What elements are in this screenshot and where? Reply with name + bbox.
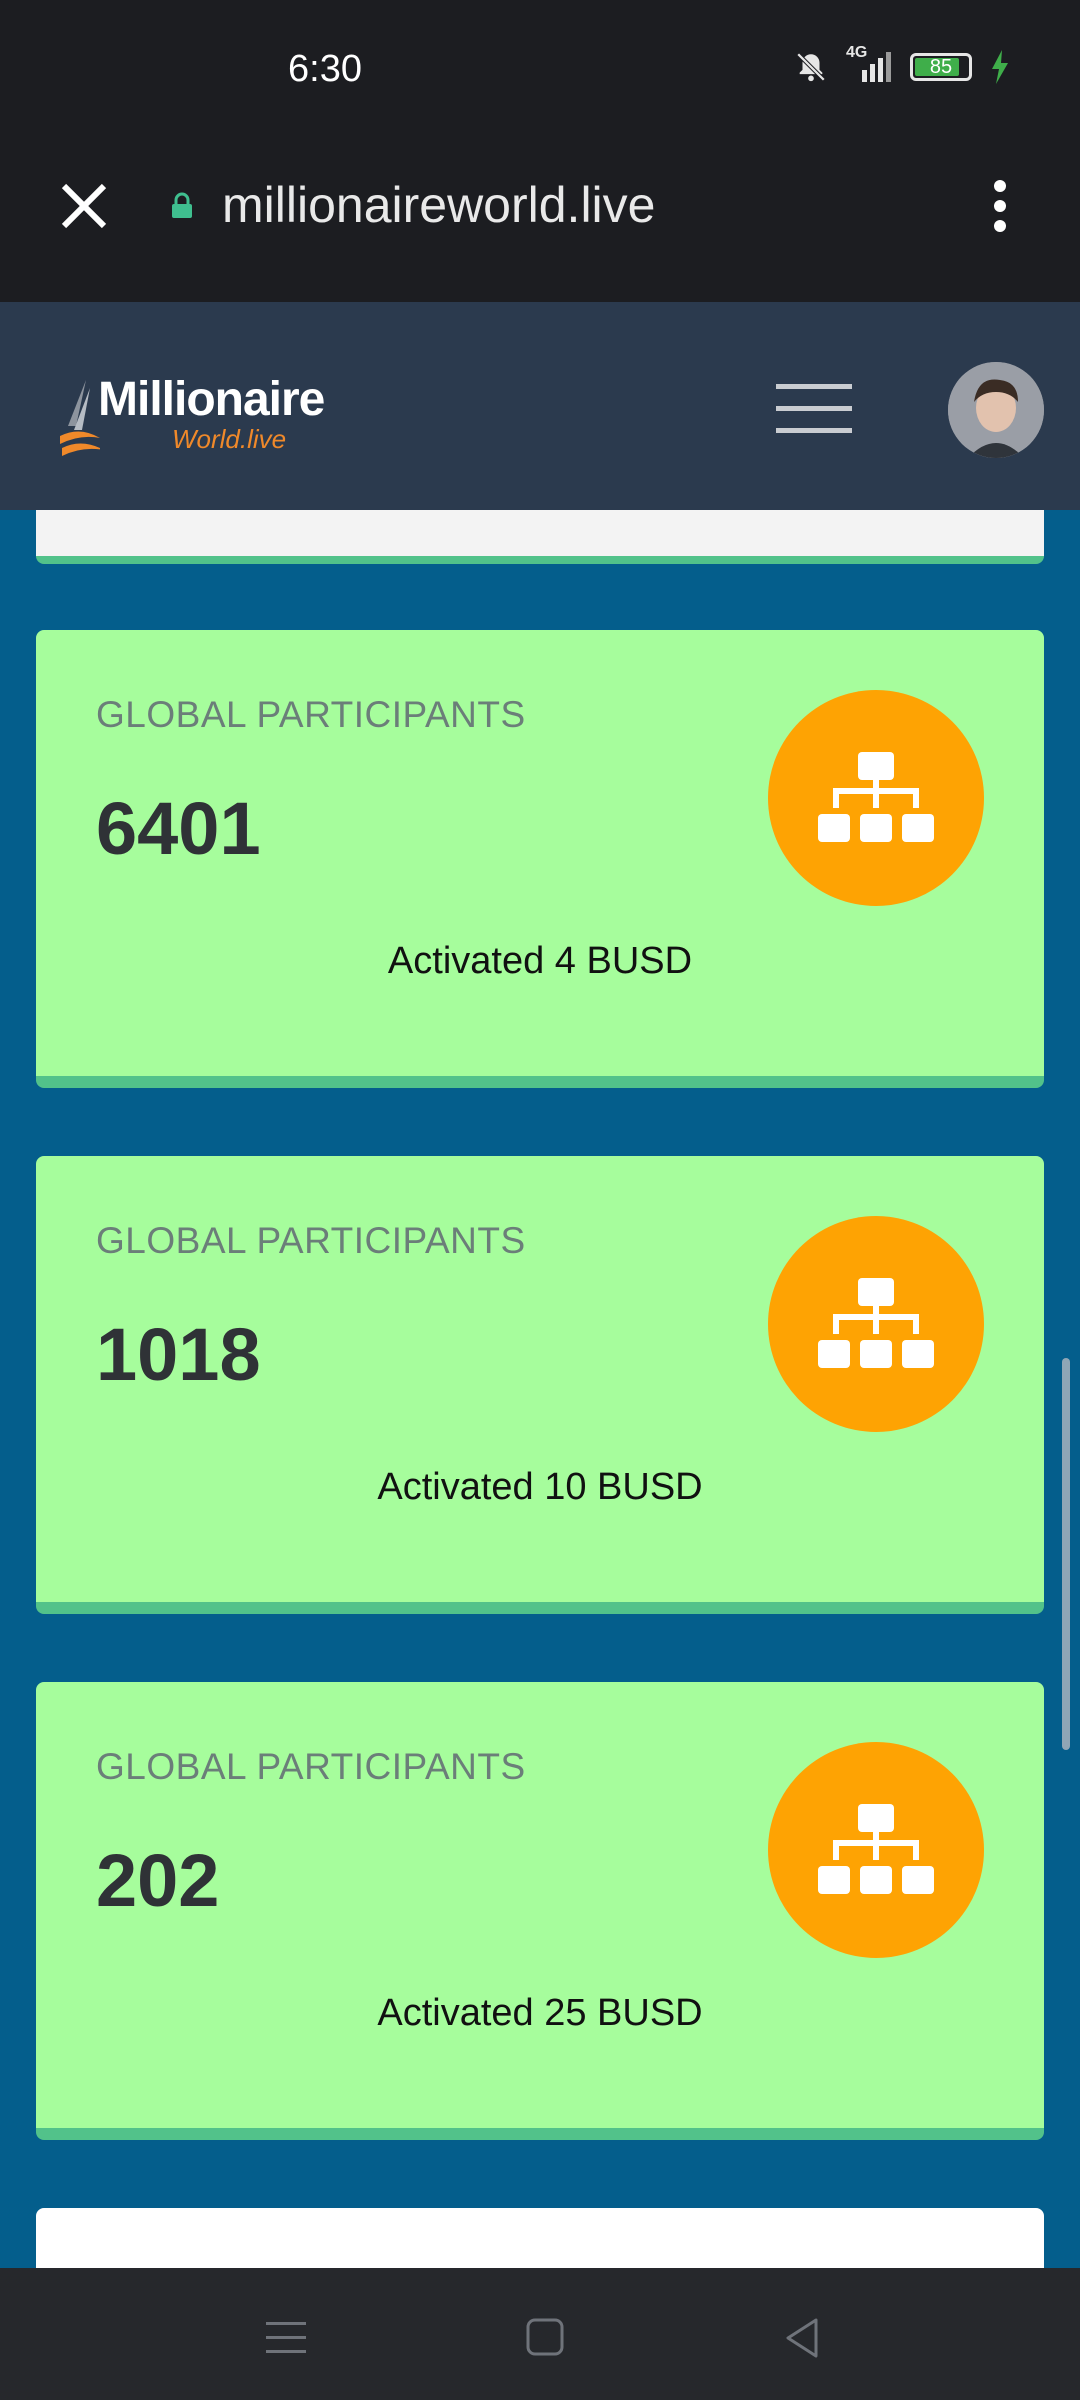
card-subtitle: Activated 10 BUSD (377, 1466, 703, 1508)
sitemap-icon (818, 1804, 934, 1894)
home-square-icon (526, 2318, 564, 2356)
participants-card: GLOBAL PARTICIPANTS 202 Activated 25 BUS… (36, 1682, 1044, 2140)
close-icon (61, 183, 107, 229)
lock-icon (170, 192, 194, 225)
site-logo[interactable]: Millionaire World.live (60, 372, 360, 462)
card-title: GLOBAL PARTICIPANTS (96, 694, 526, 735)
more-vert-icon (994, 180, 1006, 232)
participants-card: GLOBAL PARTICIPANTS 6401 Activated 4 BUS… (36, 630, 1044, 1088)
menu-icon (776, 384, 852, 433)
signal-icon: 4G (846, 44, 892, 84)
network-type: 4G (846, 44, 868, 61)
previous-card (36, 510, 1044, 564)
logo-mark-icon (60, 380, 100, 456)
home-button[interactable] (518, 2312, 570, 2364)
card-value: 6401 (96, 787, 261, 870)
card-icon-badge (768, 1216, 984, 1432)
sitemap-icon (818, 1278, 934, 1368)
browser-menu-button[interactable] (980, 174, 1020, 238)
card-subtitle: Activated 4 BUSD (387, 940, 693, 982)
recents-button[interactable] (260, 2312, 312, 2364)
avatar[interactable] (948, 362, 1044, 458)
next-card (36, 2208, 1044, 2268)
logo-subtext: World.live (172, 424, 287, 454)
logo-text: Millionaire (98, 373, 325, 426)
card-value: 1018 (96, 1313, 261, 1396)
bell-muted-icon (794, 50, 828, 84)
card-icon-badge (768, 1742, 984, 1958)
user-avatar-icon (948, 362, 1044, 458)
card-icon-badge (768, 690, 984, 906)
page-scrollbar[interactable] (1062, 1358, 1070, 1750)
battery-level: 85 (929, 56, 953, 78)
card-title: GLOBAL PARTICIPANTS (96, 1220, 526, 1261)
status-bar: 6:30 4G 85 (0, 0, 1080, 140)
card-value: 202 (96, 1839, 220, 1922)
status-time: 6:30 (288, 48, 362, 90)
back-button[interactable] (776, 2312, 828, 2364)
back-triangle-icon (786, 2318, 818, 2358)
menu-lines-icon (266, 2322, 306, 2353)
hamburger-menu-button[interactable] (776, 382, 852, 436)
status-icons: 4G 85 (794, 44, 1010, 84)
url-text[interactable]: millionaireworld.live (222, 176, 655, 234)
sitemap-icon (818, 752, 934, 842)
card-subtitle: Activated 25 BUSD (377, 1992, 703, 2034)
battery-icon: 85 (910, 53, 972, 81)
card-title: GLOBAL PARTICIPANTS (96, 1746, 526, 1787)
charging-icon (990, 50, 1010, 84)
participants-card: GLOBAL PARTICIPANTS 1018 Activated 10 BU… (36, 1156, 1044, 1614)
close-tab-button[interactable] (52, 174, 116, 238)
